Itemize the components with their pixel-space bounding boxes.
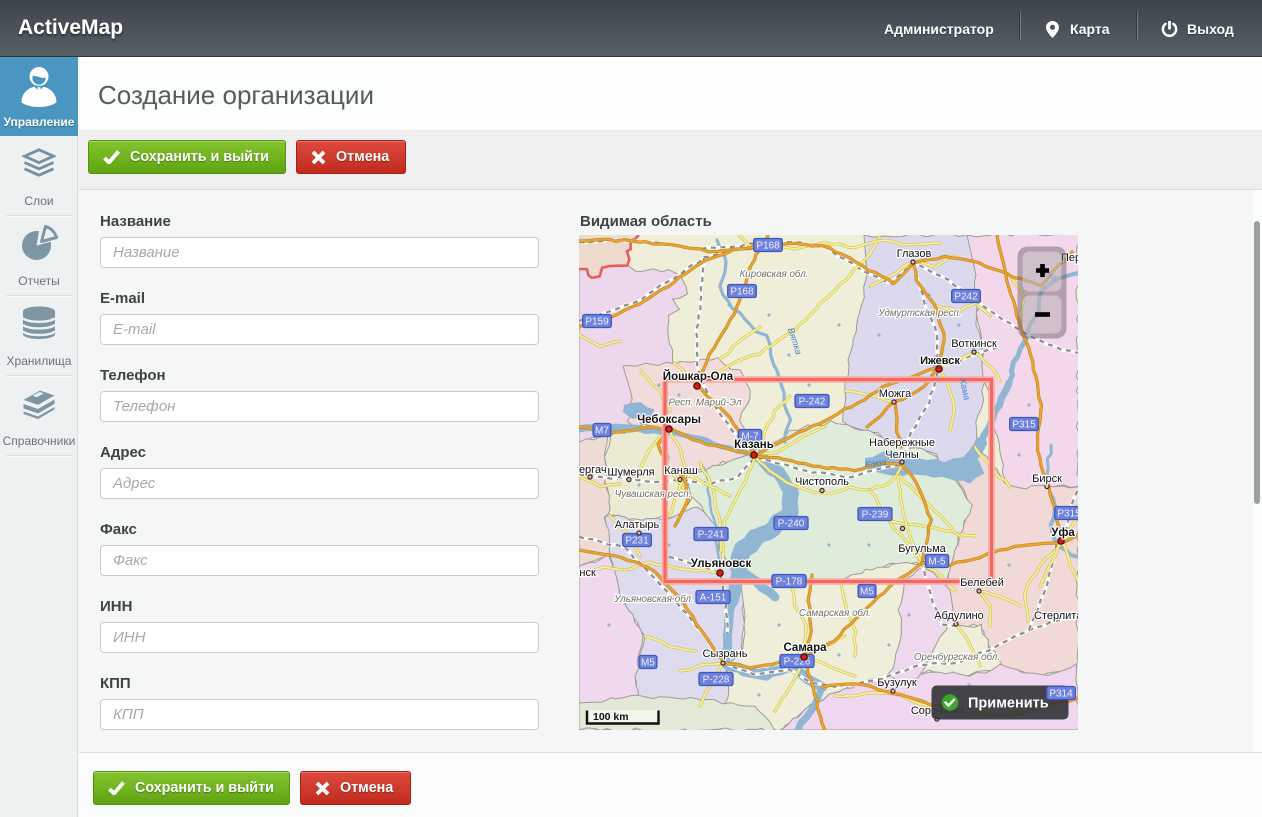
svg-text:Чистополь: Чистополь bbox=[795, 476, 849, 488]
svg-text:Оренбургская обл.: Оренбургская обл. bbox=[914, 652, 1000, 663]
svg-text:Кировская обл.: Кировская обл. bbox=[740, 269, 809, 280]
svg-text:Р242: Р242 bbox=[954, 292, 978, 303]
svg-text:Бугульма: Бугульма bbox=[898, 543, 946, 555]
svg-text:М-5: М-5 bbox=[928, 557, 946, 568]
svg-text:Применить: Применить bbox=[968, 696, 1049, 712]
svg-text:Р159: Р159 bbox=[585, 317, 609, 328]
svg-text:Казань: Казань bbox=[734, 439, 774, 451]
svg-text:Чувашская респ.: Чувашская респ. bbox=[615, 489, 692, 500]
svg-text:Набережные: Набережные bbox=[869, 437, 935, 449]
svg-text:Р168: Р168 bbox=[756, 241, 780, 252]
svg-text:Воткинск: Воткинск bbox=[951, 338, 997, 350]
svg-text:Саранск: Саранск bbox=[579, 567, 596, 579]
svg-text:Самарская обл.: Самарская обл. bbox=[799, 608, 871, 619]
svg-text:Р315: Р315 bbox=[1057, 509, 1078, 520]
svg-text:Алатырь: Алатырь bbox=[615, 519, 660, 531]
svg-text:Удмуртская респ.: Удмуртская респ. bbox=[877, 308, 961, 319]
svg-text:Канаш: Канаш bbox=[664, 465, 698, 477]
svg-text:М5: М5 bbox=[641, 658, 655, 669]
svg-text:Р231: Р231 bbox=[625, 536, 649, 547]
svg-text:Респ. Марий-Эл: Респ. Марий-Эл bbox=[668, 398, 742, 409]
svg-text:Р-178: Р-178 bbox=[776, 577, 803, 588]
svg-text:Р-242: Р-242 bbox=[799, 397, 826, 408]
svg-text:Йошкар-Ола: Йошкар-Ола bbox=[663, 370, 734, 383]
svg-text:Р-240: Р-240 bbox=[778, 519, 805, 530]
svg-text:Шумерля: Шумерля bbox=[607, 467, 654, 479]
svg-text:Р314: Р314 bbox=[1049, 689, 1073, 700]
svg-text:Стерлитамак: Стерлитамак bbox=[1034, 610, 1078, 622]
svg-text:Р-228: Р-228 bbox=[703, 675, 730, 686]
svg-text:Сергач: Сергач bbox=[579, 464, 607, 476]
svg-text:Глазов: Глазов bbox=[897, 248, 932, 260]
svg-text:М7: М7 bbox=[595, 426, 609, 437]
svg-text:Р315: Р315 bbox=[1012, 420, 1036, 431]
svg-text:100 km: 100 km bbox=[593, 711, 629, 723]
svg-text:Бирск: Бирск bbox=[1032, 473, 1062, 485]
svg-text:А-151: А-151 bbox=[700, 593, 727, 604]
svg-text:Ижевск: Ижевск bbox=[920, 355, 960, 367]
svg-text:Самара: Самара bbox=[783, 642, 827, 654]
svg-text:М5: М5 bbox=[860, 587, 874, 598]
svg-text:Можга: Можга bbox=[879, 388, 912, 400]
svg-text:Уфа: Уфа bbox=[1051, 527, 1075, 539]
svg-text:Бузулук: Бузулук bbox=[877, 677, 917, 689]
svg-text:Белебей: Белебей bbox=[960, 577, 1004, 589]
svg-text:Р168: Р168 bbox=[730, 287, 754, 298]
svg-text:Сызрань: Сызрань bbox=[703, 648, 748, 660]
svg-text:Р-241: Р-241 bbox=[698, 530, 725, 541]
svg-text:Ульяновск: Ульяновск bbox=[691, 558, 752, 570]
svg-text:Абдулино: Абдулино bbox=[934, 610, 984, 622]
svg-text:Р-239: Р-239 bbox=[862, 510, 889, 521]
svg-text:Чебоксары: Чебоксары bbox=[637, 414, 701, 426]
svg-text:Ульяновская обл.: Ульяновская обл. bbox=[613, 594, 694, 605]
svg-text:Челны: Челны bbox=[885, 449, 919, 461]
